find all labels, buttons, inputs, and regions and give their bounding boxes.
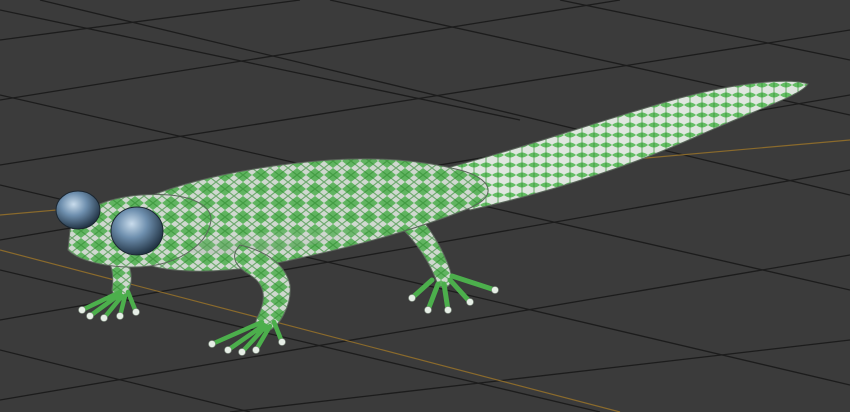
lizard-eye-right [110,206,164,256]
lizard-eye-left [55,190,101,230]
lizard-model[interactable] [55,80,809,356]
lizard-back-foot [409,273,498,313]
3d-viewport[interactable] [0,0,850,412]
viewport-canvas[interactable] [0,0,850,412]
lizard-front-foot-near [209,319,285,355]
